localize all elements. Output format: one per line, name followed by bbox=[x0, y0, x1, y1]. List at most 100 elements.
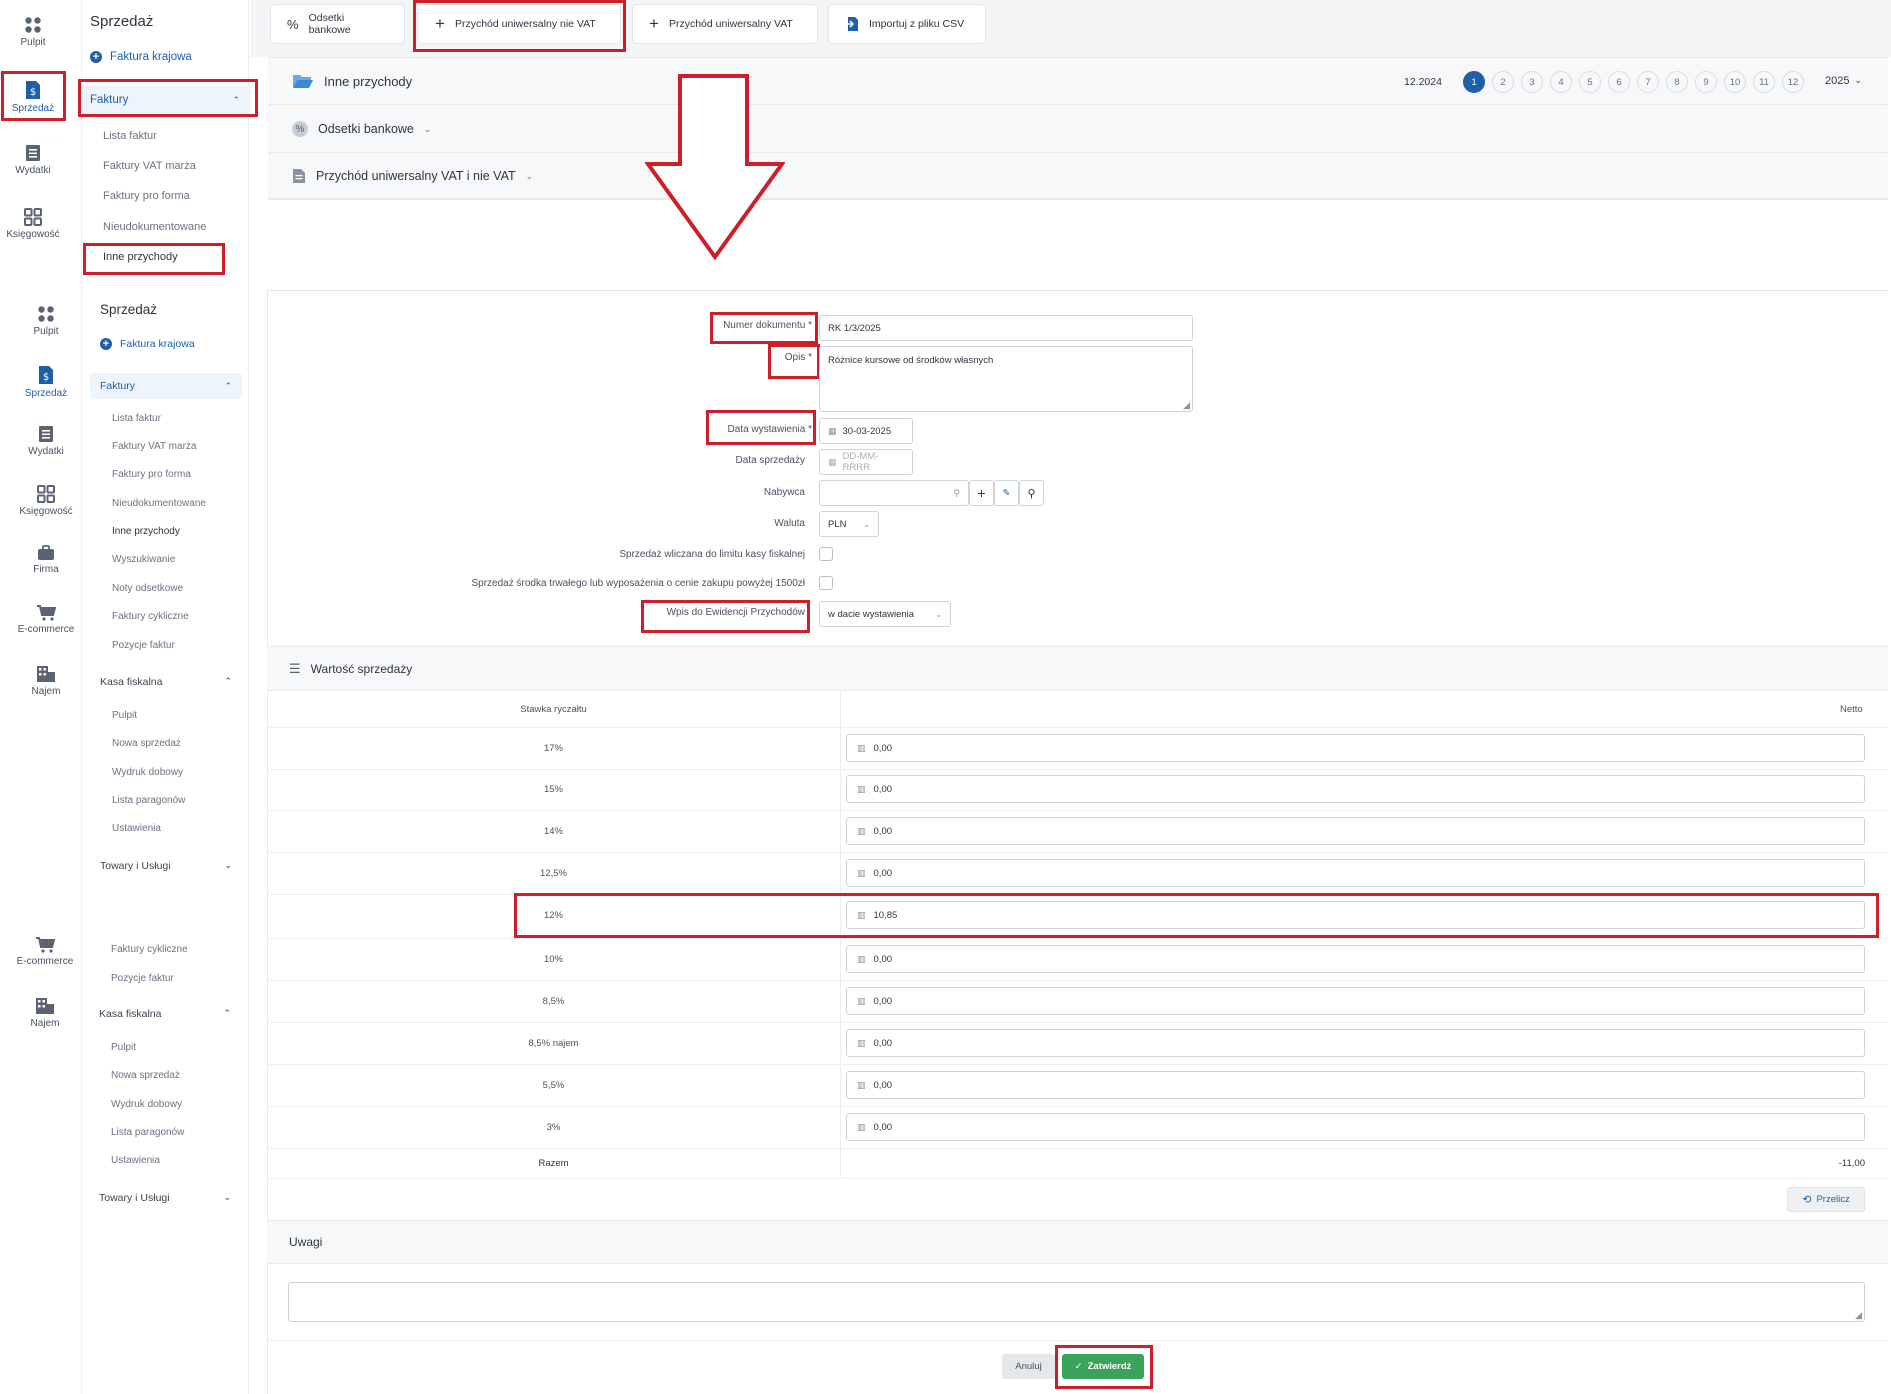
import-csv-button[interactable]: Importuj z pliku CSV bbox=[828, 4, 986, 44]
odsetki-bankowe-button[interactable]: % Odsetki bankowe bbox=[270, 4, 405, 44]
nav-section-kasa[interactable]: Kasa fiskalna ⌃ bbox=[99, 1008, 231, 1020]
srodek-trwaly-checkbox[interactable] bbox=[819, 576, 833, 590]
rail-pulpit[interactable]: Pulpit bbox=[0, 16, 73, 48]
nav-item[interactable]: Pulpit bbox=[112, 710, 137, 721]
month-button[interactable]: 7 bbox=[1637, 71, 1659, 93]
chevron-up-icon: ⌃ bbox=[223, 1008, 231, 1018]
nav-item[interactable]: Ustawienia bbox=[112, 823, 161, 834]
month-button[interactable]: 4 bbox=[1550, 71, 1572, 93]
nav-item[interactable]: Pulpit bbox=[111, 1042, 136, 1053]
netto-input[interactable]: ▥ 0,00 bbox=[846, 734, 1865, 762]
resize-handle-icon[interactable]: ◢ bbox=[1183, 400, 1190, 411]
nav-item[interactable]: Lista faktur bbox=[103, 130, 157, 142]
nav-item[interactable]: Lista faktur bbox=[112, 413, 161, 424]
nabywca-input[interactable]: ⚲ bbox=[819, 480, 969, 506]
rail-najem-2[interactable]: Najem bbox=[5, 997, 85, 1029]
nav-item[interactable]: Wydruk dobowy bbox=[112, 767, 183, 778]
col-rate-header: Stawka ryczałtu bbox=[520, 704, 587, 715]
percent-icon: % bbox=[287, 16, 299, 32]
data-wystawienia-input[interactable]: ▦ 30-03-2025 bbox=[819, 418, 913, 444]
rail-wydatki[interactable]: Wydatki bbox=[0, 144, 73, 176]
table-row-divider bbox=[267, 1106, 1888, 1107]
netto-input[interactable]: ▥ 0,00 bbox=[846, 817, 1865, 845]
nav-item[interactable]: Nieudokumentowane bbox=[112, 498, 206, 509]
netto-input[interactable]: ▥ 0,00 bbox=[846, 859, 1865, 887]
rail-pulpit-2[interactable]: Pulpit bbox=[6, 305, 86, 337]
numer-dokumentu-input[interactable]: RK 1/3/2025 bbox=[819, 315, 1193, 341]
nav-item[interactable]: Noty odsetkowe bbox=[112, 583, 183, 594]
section-odsetki[interactable]: % Odsetki bankowe ⌄ bbox=[268, 106, 1888, 153]
month-button[interactable]: 12 bbox=[1782, 71, 1804, 93]
nav-item[interactable]: Faktury cykliczne bbox=[111, 944, 188, 955]
przelicz-button[interactable]: ⟲ Przelicz bbox=[1787, 1187, 1865, 1212]
nav-item[interactable]: Faktury pro forma bbox=[112, 469, 191, 480]
table-row-divider bbox=[267, 938, 1888, 939]
nav-group-faktury[interactable]: Faktury ⌃ bbox=[90, 373, 242, 399]
netto-input[interactable]: ▥ 0,00 bbox=[846, 775, 1865, 803]
resize-handle-icon[interactable]: ◢ bbox=[1855, 1310, 1862, 1321]
limit-kasy-checkbox[interactable] bbox=[819, 547, 833, 561]
month-button[interactable]: 10 bbox=[1724, 71, 1746, 93]
anuluj-button[interactable]: Anuluj bbox=[1002, 1354, 1055, 1379]
grid-dots-icon bbox=[38, 306, 54, 322]
nav-section-towary[interactable]: Towary i Usługi ⌄ bbox=[99, 1192, 231, 1204]
nav-item[interactable]: Pozycje faktur bbox=[112, 640, 175, 651]
rail-ksiegowosc-2[interactable]: Księgowość bbox=[6, 485, 86, 517]
month-button[interactable]: 6 bbox=[1608, 71, 1630, 93]
nav-item[interactable]: Nieudokumentowane bbox=[103, 221, 206, 233]
rail-ecommerce-2[interactable]: E-commerce bbox=[5, 937, 85, 967]
netto-input[interactable]: ▥ 0,00 bbox=[846, 987, 1865, 1015]
nav-section-kasa[interactable]: Kasa fiskalna ⌃ bbox=[100, 676, 232, 688]
month-button[interactable]: 1 bbox=[1463, 71, 1485, 93]
nav-item[interactable]: Faktury pro forma bbox=[103, 190, 190, 202]
wpis-ewidencji-select[interactable]: w dacie wystawienia ⌄ bbox=[819, 601, 951, 627]
month-button[interactable]: 9 bbox=[1695, 71, 1717, 93]
month-button[interactable]: 8 bbox=[1666, 71, 1688, 93]
document-icon bbox=[293, 169, 305, 183]
nav-item[interactable]: Faktury VAT marża bbox=[112, 441, 196, 452]
nabywca-edit-button[interactable]: ✎ bbox=[994, 480, 1019, 506]
netto-value: 0,00 bbox=[873, 1079, 893, 1091]
nav-item[interactable]: Lista paragonów bbox=[112, 795, 185, 806]
nabywca-add-button[interactable]: + bbox=[969, 480, 994, 506]
nav-item[interactable]: Faktury cykliczne bbox=[112, 611, 189, 622]
nav-add-faktura[interactable]: + Faktura krajowa bbox=[90, 51, 192, 63]
waluta-value: PLN bbox=[828, 518, 847, 530]
przychod-vat-button[interactable]: + Przychód uniwersalny VAT bbox=[632, 4, 818, 44]
netto-input[interactable]: ▥ 0,00 bbox=[846, 1071, 1865, 1099]
data-sprzedazy-input[interactable]: ▦ DD-MM-RRRR bbox=[819, 449, 913, 475]
rail-firma[interactable]: Firma bbox=[6, 545, 86, 575]
nabywca-search-button[interactable]: ⚲ bbox=[1019, 480, 1044, 506]
waluta-select[interactable]: PLN ⌄ bbox=[819, 511, 879, 537]
section-uniwersalny[interactable]: Przychód uniwersalny VAT i nie VAT ⌄ bbox=[268, 154, 1888, 199]
month-button[interactable]: 11 bbox=[1753, 71, 1775, 93]
opis-textarea[interactable]: Różnice kursowe od środków własnych ◢ bbox=[819, 346, 1193, 412]
rail-label: Wydatki bbox=[28, 446, 64, 457]
netto-input[interactable]: ▥ 0,00 bbox=[846, 945, 1865, 973]
nav-item[interactable]: Lista paragonów bbox=[111, 1127, 184, 1138]
nav-section-towary[interactable]: Towary i Usługi ⌄ bbox=[100, 860, 232, 872]
nav-item[interactable]: Nowa sprzedaż bbox=[111, 1070, 180, 1081]
netto-input[interactable]: ▥ 0,00 bbox=[846, 1029, 1865, 1057]
nav-item[interactable]: Faktury VAT marża bbox=[103, 160, 196, 172]
nav-item[interactable]: Pozycje faktur bbox=[111, 973, 174, 984]
rate-cell: 8,5% bbox=[542, 996, 565, 1007]
month-button[interactable]: 5 bbox=[1579, 71, 1601, 93]
netto-input[interactable]: ▥ 0,00 bbox=[846, 1113, 1865, 1141]
month-button[interactable]: 3 bbox=[1521, 71, 1543, 93]
rail-sprzedaz-2[interactable]: $ Sprzedaż bbox=[6, 365, 86, 399]
nav-add-faktura[interactable]: + Faktura krajowa bbox=[100, 338, 195, 350]
rail-ksiegowosc[interactable]: Księgowość bbox=[0, 208, 73, 240]
rail-label: Księgowość bbox=[19, 506, 73, 517]
uwagi-textarea[interactable]: ◢ bbox=[288, 1282, 1865, 1322]
rail-ecommerce[interactable]: E-commerce bbox=[6, 605, 86, 635]
nav-item[interactable]: Wydruk dobowy bbox=[111, 1099, 182, 1110]
rail-najem[interactable]: Najem bbox=[6, 665, 86, 697]
year-select[interactable]: 2025 ⌄ bbox=[1825, 75, 1862, 87]
rail-wydatki-2[interactable]: Wydatki bbox=[6, 425, 86, 457]
nav-item[interactable]: Inne przychody bbox=[112, 526, 180, 537]
nav-item[interactable]: Ustawienia bbox=[111, 1155, 160, 1166]
nav-item[interactable]: Wyszukiwanie bbox=[112, 554, 175, 565]
month-button[interactable]: 2 bbox=[1492, 71, 1514, 93]
nav-item[interactable]: Nowa sprzedaż bbox=[112, 738, 181, 749]
